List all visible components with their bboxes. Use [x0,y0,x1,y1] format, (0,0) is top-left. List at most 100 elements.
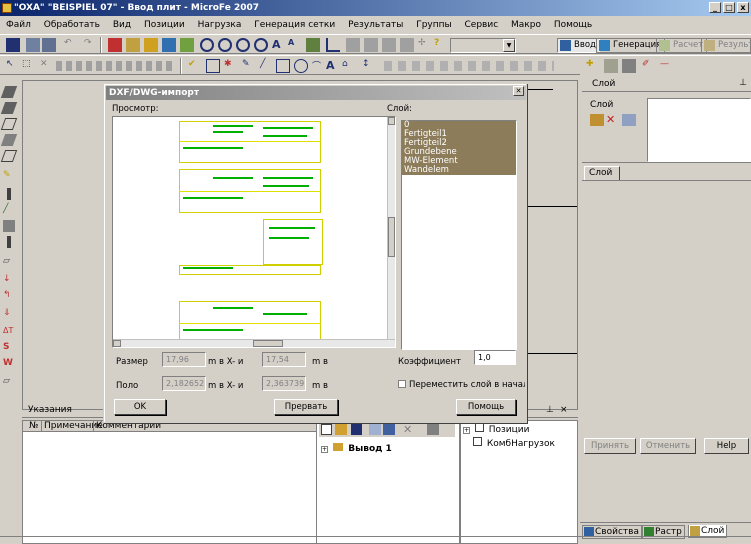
menu-macro[interactable]: Макро [511,20,541,30]
scroll-h-thumb[interactable] [253,340,283,347]
text-large-icon[interactable]: A [272,38,286,52]
line-icon[interactable]: ╱ [260,59,274,73]
tab-calculation[interactable]: Расчет [656,38,708,53]
cancel-import-button[interactable]: Прервать [274,399,338,415]
minimize-button[interactable]: _ [709,2,721,13]
model-icon[interactable] [108,38,122,52]
maximize-button[interactable]: □ [723,2,735,13]
scroll-left-arrow[interactable] [113,340,121,347]
apply-button[interactable]: Принять [584,438,636,454]
move-icon[interactable]: ✢ [418,38,432,52]
region-icon[interactable] [0,150,18,162]
minus-icon[interactable]: — [660,59,674,73]
preview-vertical-scrollbar[interactable] [387,117,395,347]
view-combo[interactable]: ▼ [450,38,516,53]
column-no[interactable]: № [29,421,38,431]
redo-icon[interactable]: ↷ [84,38,98,52]
open-folder-icon[interactable] [590,114,604,126]
coef-field[interactable]: 1,0 [474,350,516,365]
settlement-icon[interactable]: S [3,342,15,354]
preview-area[interactable] [112,116,396,348]
edit-icon[interactable] [369,424,381,435]
structure-icon[interactable] [126,38,140,52]
tree-item-loadcomb[interactable]: КомбНагрузок [473,437,555,449]
support-icon[interactable] [3,220,15,232]
layer-list[interactable]: 0 Fertigteil1 Fertigteil2 Grundebene MW-… [401,120,517,350]
beam-icon[interactable]: ╱ [3,204,15,216]
tab-input[interactable]: Ввод [557,38,600,53]
node-icon[interactable]: ✚ [586,59,600,73]
warning-icon[interactable] [144,38,158,52]
preview-icon[interactable] [42,38,56,52]
hatch-icon[interactable]: ✱ [224,59,238,73]
menu-help[interactable]: Помощь [554,20,592,30]
pile-icon[interactable] [7,236,11,248]
slab-icon[interactable] [0,86,18,98]
layer-icon-2[interactable] [364,38,378,52]
select-window-icon[interactable]: ⬚ [22,59,36,73]
point-load-icon[interactable]: ↓ [3,274,15,286]
undo-icon[interactable]: ↶ [64,38,78,52]
combination-icon[interactable]: ▱ [3,376,15,388]
pin-icon[interactable]: ⊥ [739,78,747,88]
render-icon[interactable] [162,38,176,52]
tree-icon[interactable] [306,38,320,52]
new-icon[interactable] [321,424,332,435]
menu-results[interactable]: Результаты [348,20,403,30]
expand-positions-icon[interactable]: + [463,427,470,434]
text-small-icon[interactable]: A [288,38,302,52]
tree-item-positions[interactable]: + Позиции [463,423,529,435]
menu-positions[interactable]: Позиции [144,20,185,30]
zoom-window-icon[interactable] [218,38,232,52]
moment-icon[interactable]: ↰ [3,290,15,302]
layer-icon-3[interactable] [382,38,396,52]
spring-icon[interactable]: ▱ [3,256,15,268]
zoom-out-icon[interactable] [254,38,268,52]
scroll-icon[interactable] [427,423,439,435]
pen-icon[interactable]: ✐ [642,59,656,73]
tab-generation[interactable]: Генерация [596,38,666,53]
menu-service[interactable]: Сервис [465,20,499,30]
grid-icon[interactable] [180,38,194,52]
menu-load[interactable]: Нагрузка [198,20,242,30]
copy-layer-icon[interactable] [622,114,636,126]
save-icon[interactable] [6,38,20,52]
zoom-icon[interactable] [200,38,214,52]
polyline-icon[interactable]: ✎ [242,59,256,73]
delete-layer-icon[interactable]: ✕ [606,114,620,126]
wall-icon[interactable] [0,134,18,146]
menu-process[interactable]: Обработать [44,20,100,30]
rename-icon[interactable] [383,424,395,435]
menu-mesh-generation[interactable]: Генерация сетки [254,20,335,30]
size-y-field[interactable]: 17,54 [262,352,306,367]
print-icon[interactable] [26,38,40,52]
menu-groups[interactable]: Группы [416,20,451,30]
tree-item-output[interactable]: + Вывод 1 [321,443,392,454]
layer-icon-1[interactable] [346,38,360,52]
preview-horizontal-scrollbar[interactable] [113,339,395,347]
menu-view[interactable]: Вид [113,20,131,30]
dialog-close-icon[interactable]: ✕ [513,86,524,96]
axis-icon[interactable] [326,38,340,52]
panel-icon[interactable] [622,59,636,73]
open-icon[interactable] [335,424,347,435]
scroll-thumb[interactable] [388,217,395,257]
size-x-field[interactable]: 17,96 [162,352,206,367]
scroll-up-arrow[interactable] [388,117,395,125]
select-cursor-icon[interactable]: ↖ [6,59,20,73]
temperature-icon[interactable]: ΔT [3,326,15,338]
highlight-icon[interactable]: ✔ [188,59,202,73]
arc-icon[interactable]: ⌒ [312,59,326,73]
measure-icon[interactable]: ↕ [362,59,376,73]
circle-icon[interactable] [294,59,308,73]
column-icon[interactable] [7,188,11,200]
box-icon[interactable] [276,59,290,73]
close-positions-icon[interactable]: × [560,405,568,415]
delete-output-icon[interactable]: ✕ [403,423,412,436]
pole-y-field[interactable]: 2,363739 [262,376,306,391]
layer-item[interactable]: Wandelem [402,166,516,175]
move-layer-checkbox[interactable] [398,380,406,388]
layer-icon-4[interactable] [400,38,414,52]
wind-icon[interactable]: W [3,358,15,370]
close-window-button[interactable]: x [737,2,749,13]
